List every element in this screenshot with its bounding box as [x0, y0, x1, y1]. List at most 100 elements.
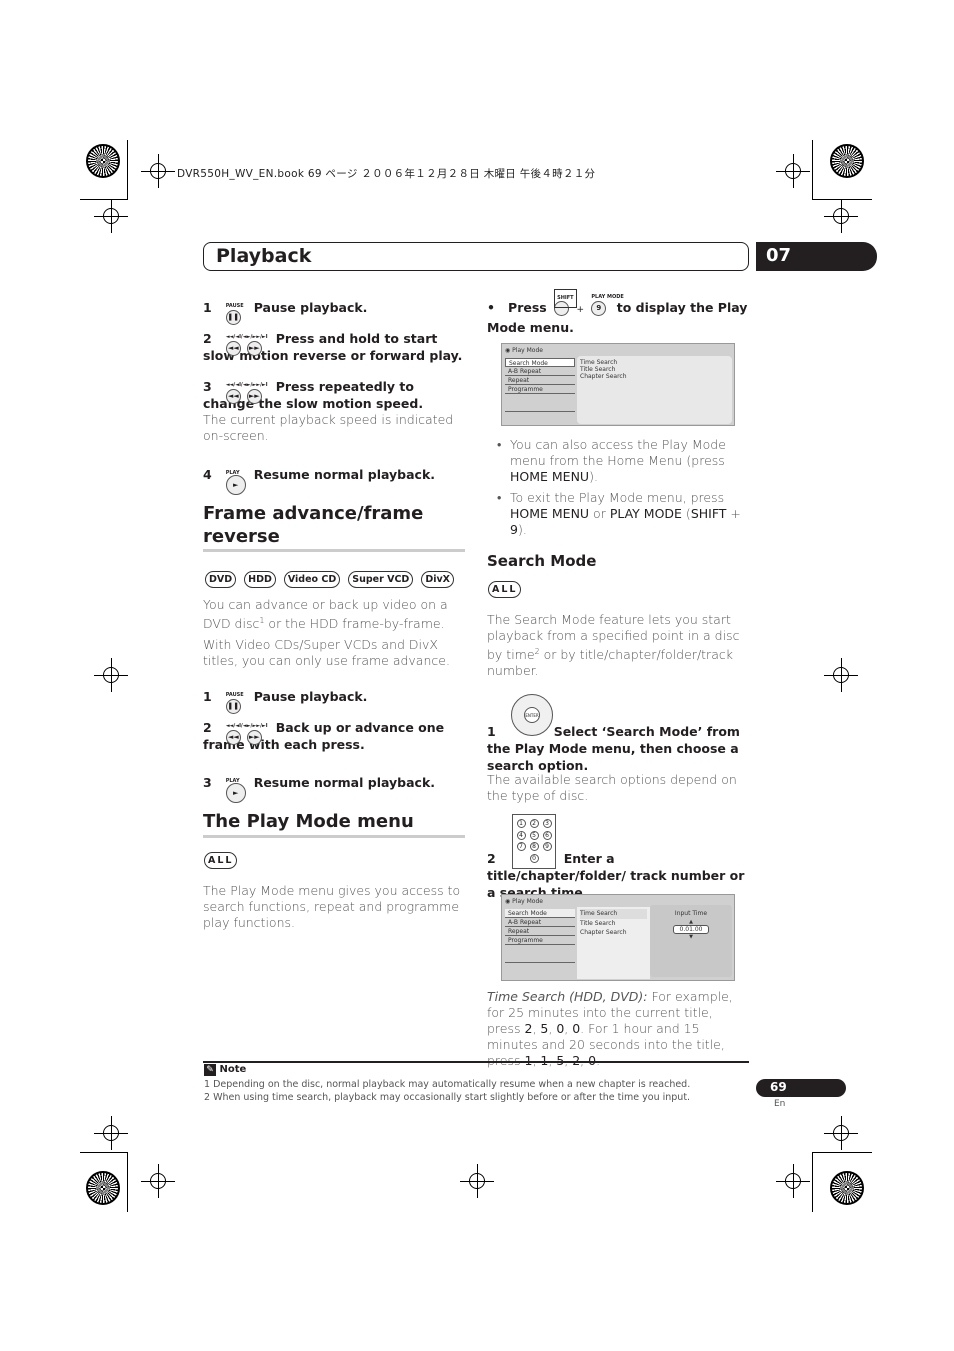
step-number: 4: [203, 467, 212, 482]
step-text: Pause playback.: [253, 689, 368, 704]
menu-ab-repeat[interactable]: A-B Repeat: [505, 367, 575, 376]
search-mode-heading: Search Mode: [487, 552, 597, 570]
step-item: 2 ◄◄/◄I/◄ ◄◄ ►/►►/►I ►► Press and hold to sta…: [203, 330, 465, 364]
button-label: ►/►►/►I: [246, 723, 268, 729]
key-6: 6: [542, 830, 552, 840]
key-2: 2: [529, 819, 539, 828]
step-number: 3: [203, 775, 212, 790]
frame-advance-heading: Frame advance/frame reverse: [203, 503, 424, 547]
crosshair-mark: [776, 1164, 810, 1198]
play-mode-instruction: • Press SHIFT + PLAY MODE 9 to display th…: [487, 289, 749, 336]
menu-search-mode[interactable]: Search Mode: [505, 358, 575, 367]
shift-label: SHIFT: [554, 289, 577, 308]
section-title: Playback: [216, 245, 312, 267]
up-arrow-icon: ▲: [689, 919, 693, 925]
badge-all: ALL: [488, 581, 522, 598]
book-header: DVR550H_WV_EN.book 69 ページ ２００６年１２月２８日 木曜…: [177, 168, 596, 180]
badge-divx: DivX: [421, 571, 454, 588]
step-number: 2: [203, 331, 212, 346]
badge-all: ALL: [204, 852, 238, 869]
time-search-screen-title: ◉ Play Mode: [505, 898, 543, 905]
registration-mark: [86, 1171, 120, 1205]
step-number: 2: [203, 720, 212, 735]
crosshair-mark: [94, 199, 128, 233]
badge-super-vcd: Super VCD: [348, 571, 414, 588]
page-language: En: [774, 1099, 786, 1109]
search-step-1-desc: The available search options depend on t…: [487, 772, 737, 803]
footnote-2: 2 When using time search, playback may o…: [204, 1092, 691, 1103]
bullet-exit: • To exit the Play Mode menu, press HOME …: [497, 490, 741, 537]
step-text: Resume normal playback.: [253, 775, 436, 790]
step-item: 1 PAUSE ❚❚ Pause playback.: [203, 299, 465, 325]
option-time-search[interactable]: Time Search: [580, 359, 729, 366]
button-label: ◄◄/◄I/◄: [225, 334, 247, 340]
step-text: Resume normal playback.: [253, 467, 436, 482]
key-4: 4: [516, 830, 526, 840]
crosshair-mark: [824, 658, 858, 692]
option-title-search[interactable]: Title Search: [580, 919, 647, 929]
step-item: 3 ◄◄/◄I/◄ ◄◄ ►/►►/►I ►► Press repeatedly to c…: [203, 378, 465, 444]
badge-hdd: HDD: [244, 571, 276, 588]
play-mode-screen-title: ◉ Play Mode: [505, 347, 543, 354]
step-text: Pause playback.: [253, 300, 368, 315]
option-title-search[interactable]: Title Search: [580, 366, 729, 373]
chapter-tab: 07: [756, 242, 877, 271]
option-chapter-search[interactable]: Chapter Search: [580, 928, 647, 938]
step-number: 3: [203, 379, 212, 394]
note-heading: ✎ Note: [204, 1064, 246, 1076]
search-mode-paragraph: The Search Mode feature lets you start p…: [487, 612, 740, 679]
play-mode-paragraph: The Play Mode menu gives you access to s…: [203, 883, 461, 930]
crosshair-mark: [776, 154, 810, 188]
option-time-search[interactable]: Time Search: [580, 909, 647, 919]
time-search-paragraph: Time Search (HDD, DVD): For example, for…: [487, 989, 733, 1068]
page-number: 69: [756, 1079, 846, 1097]
registration-mark: [86, 144, 120, 178]
key-5: 5: [529, 830, 539, 840]
input-time-label: Input Time: [674, 910, 708, 917]
crosshair-mark: [824, 199, 858, 233]
menu-search-mode[interactable]: Search Mode: [505, 909, 575, 918]
step-description: The current playback speed is indicated …: [203, 412, 454, 443]
menu-ab-repeat[interactable]: A-B Repeat: [505, 918, 575, 927]
step-item: 2 ◄◄/◄I/◄ ◄◄ ►/►►/►I ►► Back up or advance on…: [203, 719, 465, 753]
menu-programme[interactable]: Programme: [505, 936, 575, 945]
button-label: PAUSE: [225, 692, 244, 698]
pencil-icon: ✎: [204, 1064, 216, 1076]
crosshair-mark: [141, 1164, 175, 1198]
section-header: Playback: [203, 242, 749, 271]
bullet-home-menu: • You can also access the Play Mode menu …: [497, 437, 726, 484]
search-step-1: 1 Select ‘Search Mode’ from the Play Mode…: [487, 724, 740, 773]
badge-video-cd: Video CD: [283, 571, 341, 588]
registration-mark: [830, 144, 864, 178]
step-number: 1: [203, 689, 212, 704]
menu-repeat[interactable]: Repeat: [505, 376, 575, 385]
button-label: PLAY: [225, 778, 240, 784]
footnote-1: 1 Depending on the disc, normal playback…: [204, 1079, 691, 1090]
crosshair-mark: [460, 1164, 494, 1198]
step-item: 4 PLAY ► Resume normal playback.: [203, 466, 465, 495]
down-arrow-icon: ▼: [689, 934, 693, 940]
menu-repeat[interactable]: Repeat: [505, 927, 575, 936]
play-mode-screen: ◉ Play Mode Search Mode A-B Repeat Repea…: [501, 343, 735, 426]
crosshair-mark: [94, 1116, 128, 1150]
play-mode-label: PLAY MODE: [591, 294, 624, 300]
step-item: 1 PAUSE ❚❚ Pause playback.: [203, 688, 465, 714]
step-item: 3 PLAY ► Resume normal playback.: [203, 774, 465, 803]
step-number: 1: [203, 300, 212, 315]
crosshair-mark: [824, 1116, 858, 1150]
crosshair-mark: [141, 154, 175, 188]
frame-paragraph-2: With Video CDs/Super VCDs and DivX title…: [203, 637, 450, 668]
input-time-field[interactable]: 0.01.00: [673, 925, 709, 934]
key-3: 3: [542, 819, 552, 828]
menu-programme[interactable]: Programme: [505, 385, 575, 394]
option-chapter-search[interactable]: Chapter Search: [580, 373, 729, 380]
disc-icon: ◉: [505, 347, 511, 354]
disc-icon: ◉: [505, 898, 511, 905]
frame-paragraph-1: You can advance or back up video on a DV…: [203, 597, 448, 632]
badge-dvd: DVD: [205, 571, 237, 588]
button-label: ◄◄/◄I/◄: [225, 382, 247, 388]
button-label: PLAY: [225, 470, 240, 476]
time-search-screen: ◉ Play Mode Search Mode A-B Repeat Repea…: [501, 894, 735, 981]
crosshair-mark: [94, 658, 128, 692]
registration-mark: [830, 1171, 864, 1205]
